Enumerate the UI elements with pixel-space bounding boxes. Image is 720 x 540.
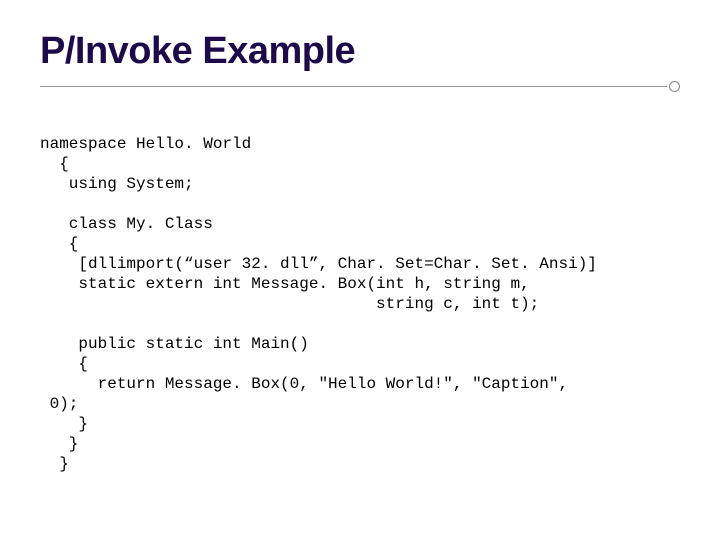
rule-line [40, 86, 667, 87]
code-line: 0); [40, 395, 78, 413]
code-line: } [40, 415, 88, 433]
code-line: { [40, 235, 78, 253]
code-line: return Message. Box(0, "Hello World!", "… [40, 375, 568, 393]
code-block: namespace Hello. World { using System; c… [40, 114, 680, 494]
rule-dot-icon [669, 81, 680, 92]
code-line: { [40, 355, 88, 373]
code-line: [dllimport(“user 32. dll”, Char. Set=Cha… [40, 255, 597, 273]
slide: P/Invoke Example namespace Hello. World … [0, 0, 720, 540]
code-line: class My. Class [40, 215, 213, 233]
code-line: public static int Main() [40, 335, 309, 353]
code-line: { [40, 155, 69, 173]
code-line: static extern int Message. Box(int h, st… [40, 275, 530, 293]
title-rule [40, 81, 680, 92]
code-line: } [40, 455, 69, 473]
code-line: string c, int t); [40, 295, 539, 313]
code-line: using System; [40, 175, 194, 193]
page-title: P/Invoke Example [40, 30, 680, 73]
code-line: } [40, 435, 78, 453]
code-line: namespace Hello. World [40, 135, 251, 153]
